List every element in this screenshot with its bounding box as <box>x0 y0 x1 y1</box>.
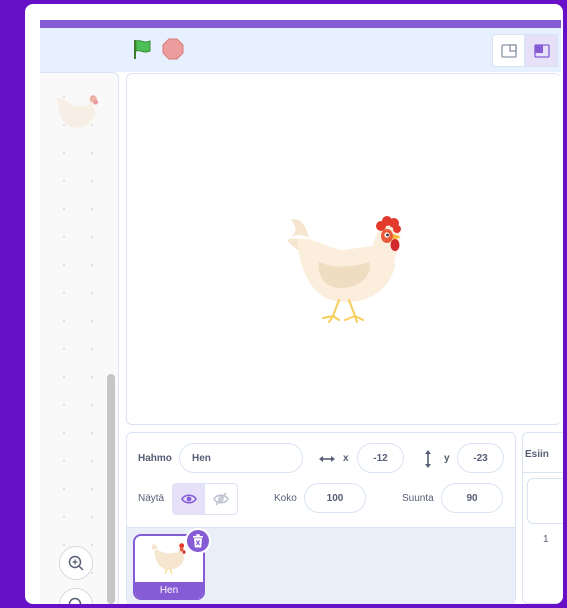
stage-panel-heading: Esiin <box>525 449 549 460</box>
direction-label: Suunta <box>402 493 434 504</box>
delete-sprite-button[interactable] <box>185 528 211 554</box>
direction-field[interactable]: 90 <box>441 483 503 513</box>
workspace-scrollbar[interactable] <box>107 374 115 604</box>
eye-icon <box>180 494 197 504</box>
hide-sprite-button[interactable] <box>205 484 237 514</box>
small-stage-layout-icon <box>500 43 517 58</box>
trash-icon <box>193 534 203 548</box>
hen-thumbnail <box>151 543 186 574</box>
backdrop-count: 1 <box>543 534 549 545</box>
eye-slash-icon <box>213 492 229 506</box>
zoom-in-button[interactable] <box>59 546 93 580</box>
stage-header-bar <box>40 28 561 72</box>
small-stage-button[interactable] <box>492 34 525 67</box>
horizontal-arrows-icon <box>319 456 335 462</box>
y-position-value: -23 <box>473 452 488 464</box>
x-position-value: -12 <box>373 452 388 464</box>
stage-thumbnail[interactable] <box>527 478 563 524</box>
zoom-in-icon <box>68 555 84 571</box>
size-value: 100 <box>326 492 344 504</box>
zoom-out-icon <box>68 597 82 604</box>
vertical-arrows-icon <box>425 450 431 468</box>
show-sprite-button[interactable] <box>173 484 206 514</box>
x-label: x <box>343 453 349 464</box>
visibility-toggle <box>172 483 238 515</box>
direction-value: 90 <box>466 492 478 504</box>
hen-sprite[interactable] <box>283 212 408 330</box>
y-position-field[interactable]: -23 <box>457 443 504 473</box>
size-label: Koko <box>274 493 297 504</box>
sprite-name-field[interactable]: Hen <box>179 443 303 473</box>
stage-panel-header: Esiin <box>523 433 563 473</box>
scratch-editor-window: Hahmo Hen x -12 y -23 Näytä Koko 100 Suu… <box>25 4 563 604</box>
show-label: Näytä <box>138 493 165 504</box>
x-position-field[interactable]: -12 <box>357 443 404 473</box>
workspace-sprite-indicator <box>52 90 104 138</box>
sprite-name-value: Hen <box>192 452 211 464</box>
sprite-name-label: Hahmo <box>138 453 172 464</box>
green-flag-icon[interactable] <box>131 38 153 60</box>
top-menu-strip <box>40 20 561 28</box>
stop-sign-icon[interactable] <box>162 38 184 60</box>
normal-stage-button[interactable] <box>525 34 558 67</box>
size-field[interactable]: 100 <box>304 483 366 513</box>
y-label: y <box>444 453 450 464</box>
sprite-tile-label: Hen <box>135 582 203 598</box>
normal-stage-layout-icon <box>533 43 550 58</box>
